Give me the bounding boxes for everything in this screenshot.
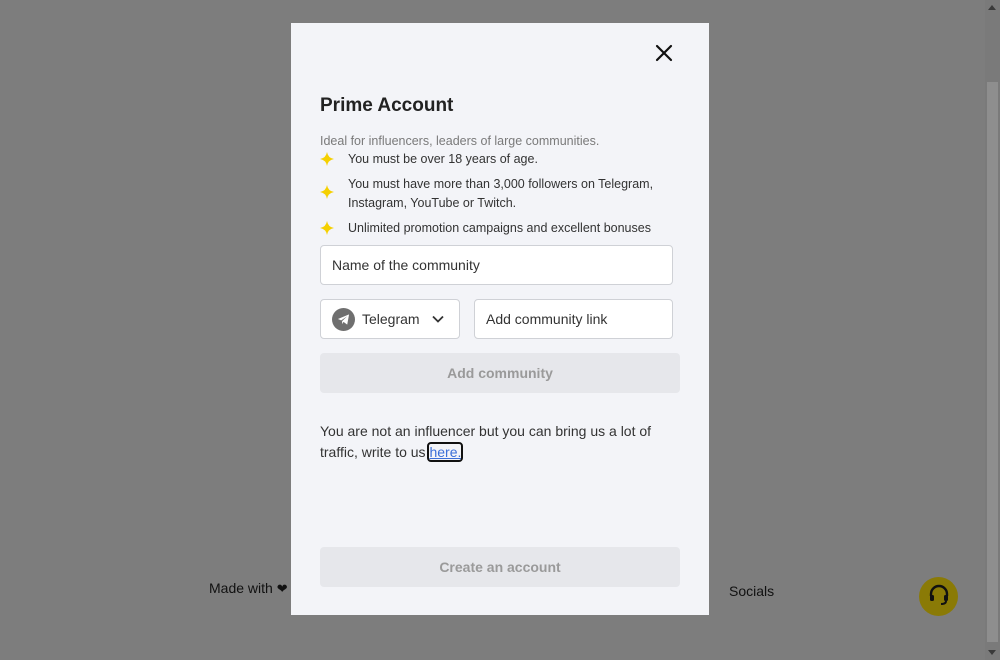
footer-made-with: Made with ❤ [209,580,288,597]
sparkle-icon [320,175,348,199]
create-account-button[interactable]: Create an account [320,547,680,587]
close-button[interactable] [655,44,673,62]
scroll-up-arrow[interactable] [988,5,996,10]
requirement-text: Unlimited promotion campaigns and excell… [348,221,651,235]
community-link-placeholder: Add community link [486,311,608,327]
headset-icon [927,582,951,611]
requirement-item: Unlimited promotion campaigns and excell… [320,219,680,238]
community-name-input[interactable]: Name of the community [320,245,673,285]
scroll-thumb[interactable] [987,82,998,642]
support-button[interactable] [919,577,958,616]
close-icon [655,44,673,66]
requirement-text: You must be over 18 years of age. [348,152,538,166]
community-name-placeholder: Name of the community [332,257,480,273]
made-with-label: Made with [209,580,273,596]
requirement-item: You must be over 18 years of age. [320,150,680,169]
requirement-text: You must have more than 3,000 followers … [348,177,654,210]
community-link-input[interactable]: Add community link [474,299,673,339]
note-text: You are not an influencer but you can br… [320,423,652,460]
sparkle-icon [320,150,348,166]
telegram-icon [332,307,355,331]
platform-selected-value: Telegram [362,311,420,327]
platform-select[interactable]: Telegram [320,299,460,339]
footer-socials[interactable]: Socials [729,583,774,599]
requirement-item: You must have more than 3,000 followers … [320,175,680,213]
prime-account-modal: Prime Account Ideal for influencers, lea… [291,23,709,615]
scroll-down-arrow[interactable] [988,650,996,655]
modal-title: Prime Account [320,95,454,116]
modal-subtitle: Ideal for influencers, leaders of large … [320,134,600,148]
write-to-us-link[interactable]: here. [427,442,464,462]
add-community-button[interactable]: Add community [320,353,680,393]
sparkle-icon [320,219,348,235]
heart-icon: ❤ [276,581,288,596]
page-scrollbar[interactable] [985,0,1000,660]
influencer-note: You are not an influencer but you can br… [320,421,685,463]
chevron-down-icon [431,315,444,323]
